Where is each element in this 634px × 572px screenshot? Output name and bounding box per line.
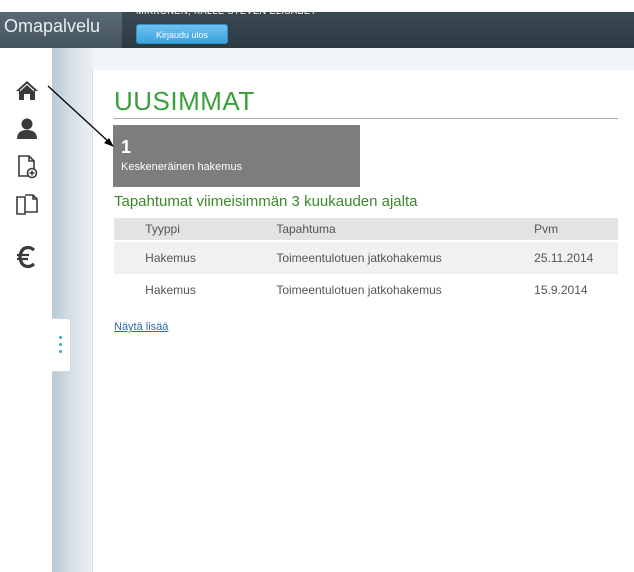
column-header-event: Tapahtuma xyxy=(276,218,535,242)
row-date: 15.9.2014 xyxy=(534,274,618,306)
row-type: Hakemus xyxy=(131,274,277,306)
table-row[interactable]: Hakemus Toimeentulotuen jatkohakemus 25.… xyxy=(114,241,618,274)
handle-dot xyxy=(59,343,62,346)
sidebar-toggle-handle[interactable] xyxy=(52,318,71,372)
handle-dot xyxy=(59,350,62,353)
table-header-spacer xyxy=(114,218,132,242)
top-bar: Omapalvelu MIKKONEN, KALLE STEVEN ELISAB… xyxy=(0,0,634,48)
row-event: Toimeentulotuen jatkohakemus xyxy=(276,241,535,274)
events-table: Tyyppi Tapahtuma Pvm Hakemus Toimeentulo… xyxy=(114,218,618,306)
page-title: UUSIMMAT xyxy=(114,86,255,116)
row-date: 25.11.2014 xyxy=(534,241,618,274)
table-row[interactable]: Hakemus Toimeentulotuen jatkohakemus 15.… xyxy=(114,274,618,306)
handle-dot xyxy=(59,336,62,339)
pending-applications-tile[interactable]: 1 Keskeneräinen hakemus xyxy=(113,125,360,187)
logout-button[interactable]: Kirjaudu ulos xyxy=(136,24,228,44)
show-more-link[interactable]: Näytä lisää xyxy=(114,321,168,333)
sidebar xyxy=(0,48,52,572)
row-spacer xyxy=(114,274,132,306)
pending-count: 1 xyxy=(121,137,132,157)
documents-icon[interactable] xyxy=(14,192,40,218)
user-icon[interactable] xyxy=(14,116,40,142)
row-type: Hakemus xyxy=(131,241,277,274)
row-spacer xyxy=(114,241,132,274)
user-name: MIKKONEN, KALLE STEVEN ELISABET xyxy=(136,6,317,16)
new-document-icon[interactable] xyxy=(14,154,40,180)
events-section-title: Tapahtumat viimeisimmän 3 kuukauden ajal… xyxy=(114,193,418,210)
pending-label: Keskeneräinen hakemus xyxy=(121,161,243,173)
table-header-row: Tyyppi Tapahtuma Pvm xyxy=(114,218,618,242)
euro-icon[interactable] xyxy=(14,244,40,270)
home-icon[interactable] xyxy=(14,78,40,104)
row-event: Toimeentulotuen jatkohakemus xyxy=(276,274,535,306)
column-header-date: Pvm xyxy=(534,218,618,242)
app-title: Omapalvelu xyxy=(4,16,101,36)
title-divider xyxy=(114,118,618,119)
column-header-type: Tyyppi xyxy=(131,218,277,242)
